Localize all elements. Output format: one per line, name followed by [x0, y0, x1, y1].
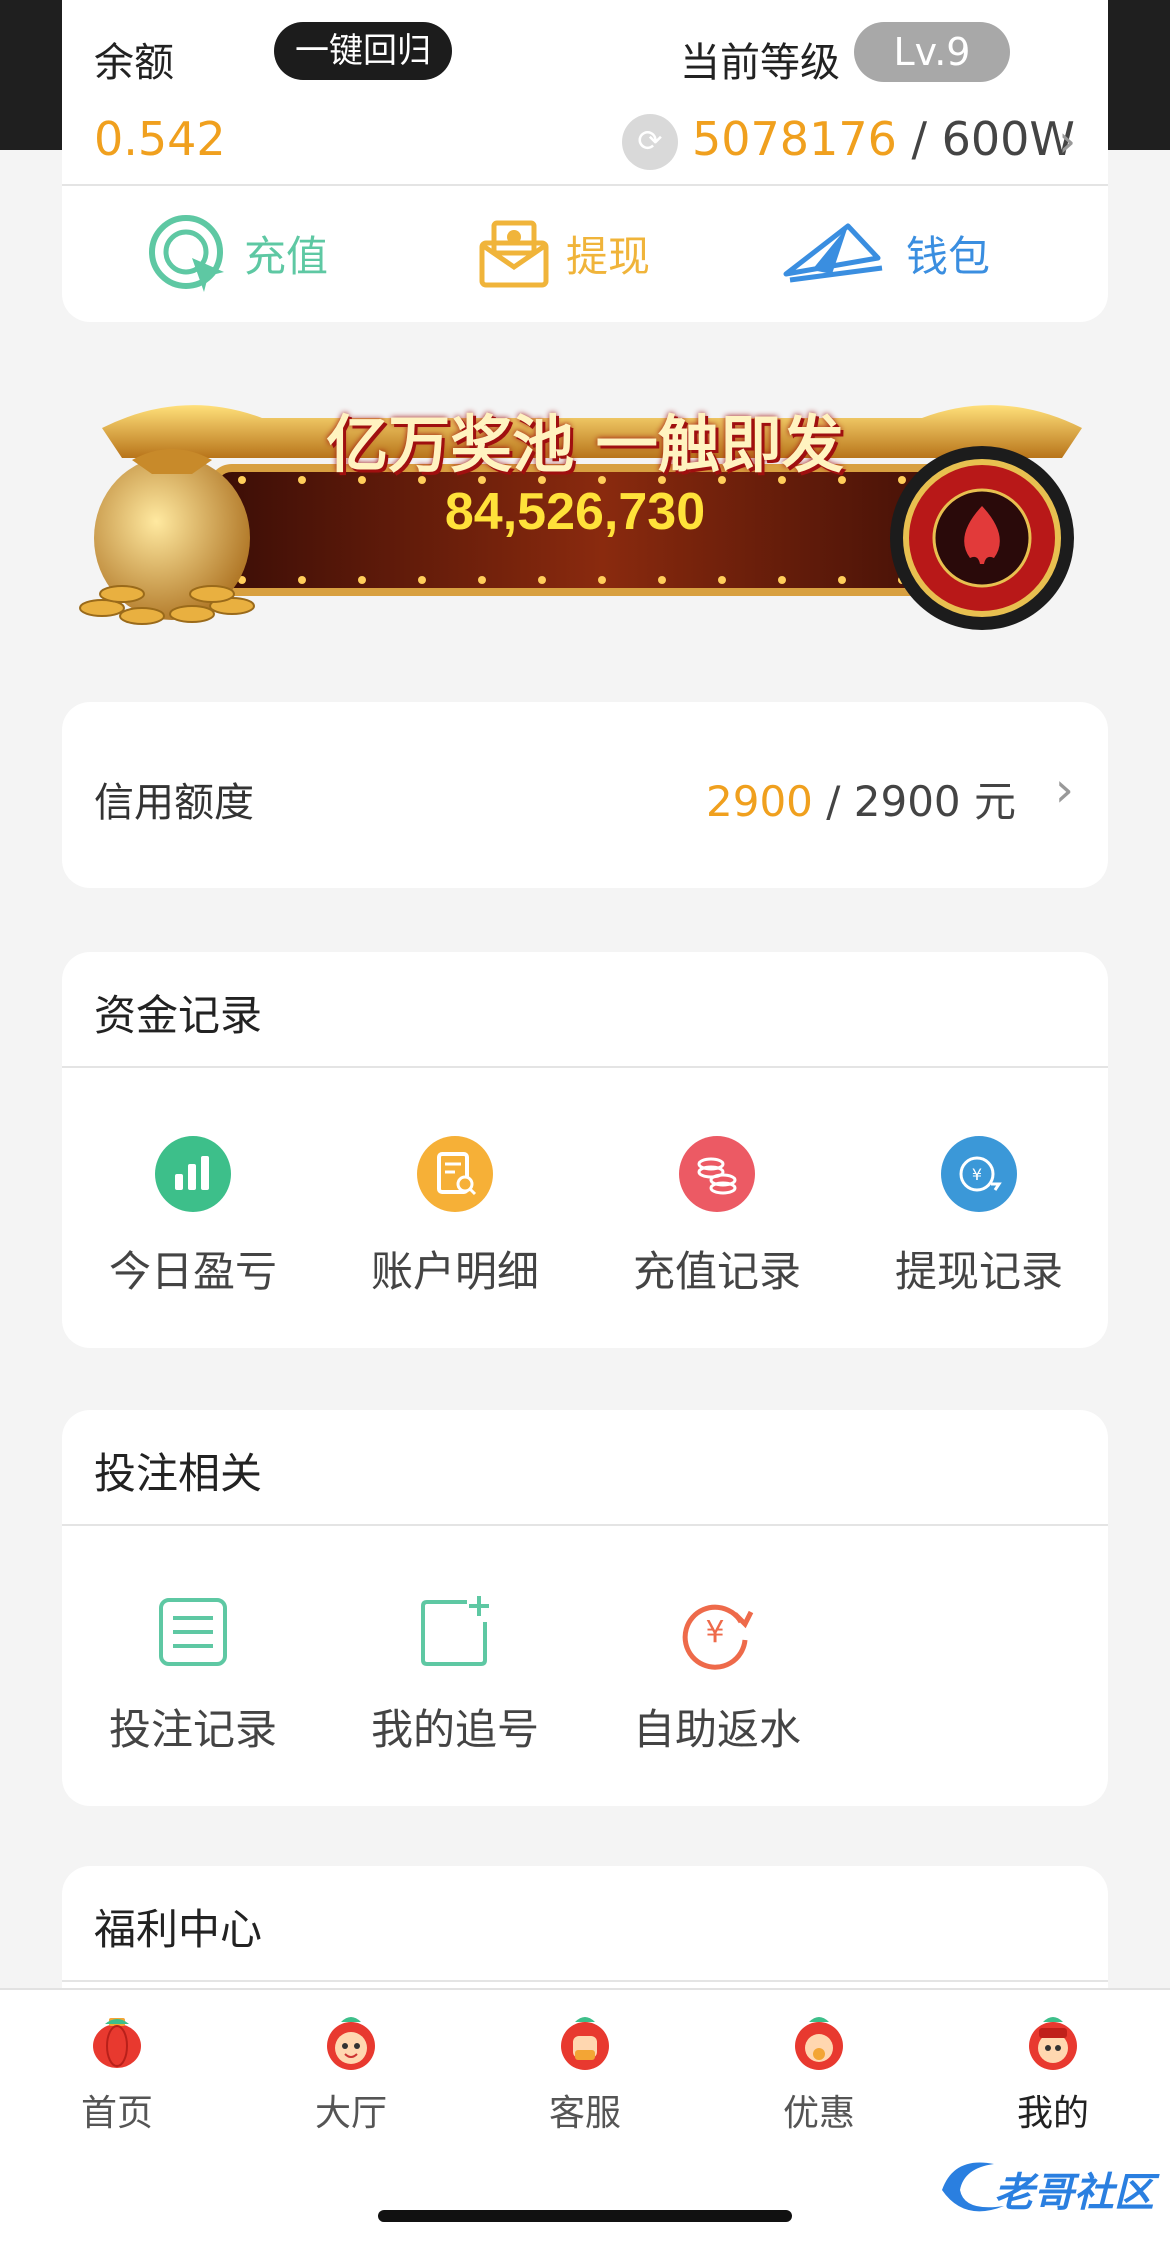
self-rebate-label: 自助返水 — [632, 1705, 801, 1754]
jackpot-amount: 84,526,730 — [444, 483, 706, 541]
fund-records-card: 资金记录 今日盈亏 账户明细 充值记录 ¥ 提现记录 — [62, 952, 1108, 1348]
welfare-center-title: 福利中心 — [94, 1905, 263, 1954]
fund-records-title: 资金记录 — [94, 991, 263, 1040]
exp-separator: / — [896, 112, 942, 166]
withdraw-envelope-icon — [479, 220, 549, 288]
document-search-icon — [417, 1136, 493, 1212]
balance-amount-row[interactable]: 0.542 ⟳ 5078176 / 600W › — [94, 108, 1076, 172]
credit-separator: / — [812, 777, 854, 826]
wallet-label: 钱包 — [906, 231, 991, 281]
hall-mascot-icon — [327, 2017, 375, 2070]
bet-record-label: 投注记录 — [108, 1705, 277, 1754]
promo-mascot-icon — [795, 2017, 843, 2070]
list-icon — [159, 1598, 227, 1666]
balance-value: 0.542 — [94, 112, 226, 166]
bet-related-grid: 投注记录 我的追号 ¥ 自助返水 — [62, 1524, 1108, 1806]
self-rebate-item[interactable]: ¥ 自助返水 — [586, 1524, 848, 1806]
bet-record-item[interactable]: 投注记录 — [62, 1524, 324, 1806]
level-badge: Lv.9 — [854, 22, 1010, 82]
jackpot-banner[interactable]: 亿万奖池 一触即发 84,526,730 — [62, 388, 1108, 646]
recharge-icon — [149, 215, 224, 292]
recharge-label: 充值 — [244, 231, 329, 281]
credit-value: 2900 / 2900 元 — [706, 768, 1016, 829]
recharge-button[interactable]: 充值 — [144, 208, 328, 298]
divider — [62, 1980, 1108, 1982]
level-label: 当前等级 — [680, 40, 840, 86]
account-detail-label: 账户明细 — [370, 1247, 539, 1296]
withdraw-record-label: 提现记录 — [894, 1247, 1063, 1296]
one-click-recall-button[interactable]: 一键回归 — [274, 22, 452, 80]
home-lantern-icon — [93, 2018, 141, 2068]
today-profit-label: 今日盈亏 — [108, 1247, 277, 1296]
chevron-right-icon: › — [1054, 762, 1074, 818]
watermark-logo: 老哥社区 — [934, 2150, 1156, 2220]
add-note-icon — [421, 1596, 489, 1666]
home-indicator — [378, 2210, 792, 2222]
exp-target: 600W — [941, 112, 1075, 166]
credit-used: 2900 — [706, 777, 813, 826]
chevron-right-icon[interactable]: › — [1058, 116, 1076, 167]
tab-mine-label: 我的 — [1016, 2093, 1089, 2134]
tab-promo-label: 优惠 — [782, 2093, 855, 2134]
divider — [62, 184, 1108, 186]
my-chase-item[interactable]: 我的追号 — [324, 1524, 586, 1806]
wallet-plane-icon — [783, 223, 883, 283]
withdraw-button[interactable]: 提现 — [476, 208, 650, 298]
balance-label: 余额 — [94, 40, 174, 86]
tab-home[interactable]: 首页 — [0, 2010, 234, 2140]
bar-chart-icon — [155, 1136, 231, 1212]
credit-label: 信用额度 — [94, 780, 254, 826]
tab-service-label: 客服 — [548, 2093, 621, 2134]
wallet-button[interactable]: 钱包 — [782, 208, 990, 298]
refresh-coin-icon[interactable]: ⟳ — [622, 114, 678, 170]
jackpot-title: 亿万奖池 一触即发 — [326, 408, 844, 481]
coins-icon — [679, 1136, 755, 1212]
bet-related-title: 投注相关 — [94, 1449, 263, 1498]
watermark-text: 老哥社区 — [994, 2170, 1154, 2216]
tab-mine[interactable]: 我的 — [936, 2010, 1170, 2140]
tab-hall[interactable]: 大厅 — [234, 2010, 468, 2140]
balance-card: 余额 一键回归 当前等级 Lv.9 0.542 ⟳ 5078176 / 600W… — [62, 0, 1108, 322]
tab-service[interactable]: 客服 — [468, 2010, 702, 2140]
withdraw-record-item[interactable]: ¥ 提现记录 — [848, 1066, 1110, 1348]
profile-mascot-icon — [1029, 2017, 1077, 2070]
recharge-record-label: 充值记录 — [632, 1247, 801, 1296]
tab-home-label: 首页 — [80, 2093, 153, 2134]
service-mascot-icon — [561, 2017, 609, 2070]
quick-actions: 充值 提现 钱包 — [62, 190, 1108, 310]
my-chase-label: 我的追号 — [370, 1705, 539, 1754]
tab-promo[interactable]: 优惠 — [702, 2010, 936, 2140]
withdraw-label: 提现 — [566, 231, 651, 281]
credit-limit-card[interactable]: 信用额度 2900 / 2900 元 › — [62, 702, 1108, 888]
today-profit-item[interactable]: 今日盈亏 — [62, 1066, 324, 1348]
credit-total: 2900 元 — [853, 777, 1016, 826]
exp-current: 5078176 — [692, 112, 897, 166]
account-detail-item[interactable]: 账户明细 — [324, 1066, 586, 1348]
fund-records-grid: 今日盈亏 账户明细 充值记录 ¥ 提现记录 — [62, 1066, 1108, 1348]
bet-related-card: 投注相关 投注记录 我的追号 ¥ 自助返水 — [62, 1410, 1108, 1806]
svg-text:¥: ¥ — [972, 1165, 982, 1184]
yuan-exchange-icon: ¥ — [941, 1136, 1017, 1212]
balance-header-row: 余额 一键回归 当前等级 Lv.9 — [94, 22, 1076, 86]
exp-progress: 5078176 / 600W — [692, 112, 1075, 166]
recharge-record-item[interactable]: 充值记录 — [586, 1066, 848, 1348]
tab-hall-label: 大厅 — [314, 2093, 387, 2134]
yuan-refund-icon: ¥ — [682, 1604, 754, 1670]
svg-text:¥: ¥ — [705, 1615, 724, 1650]
